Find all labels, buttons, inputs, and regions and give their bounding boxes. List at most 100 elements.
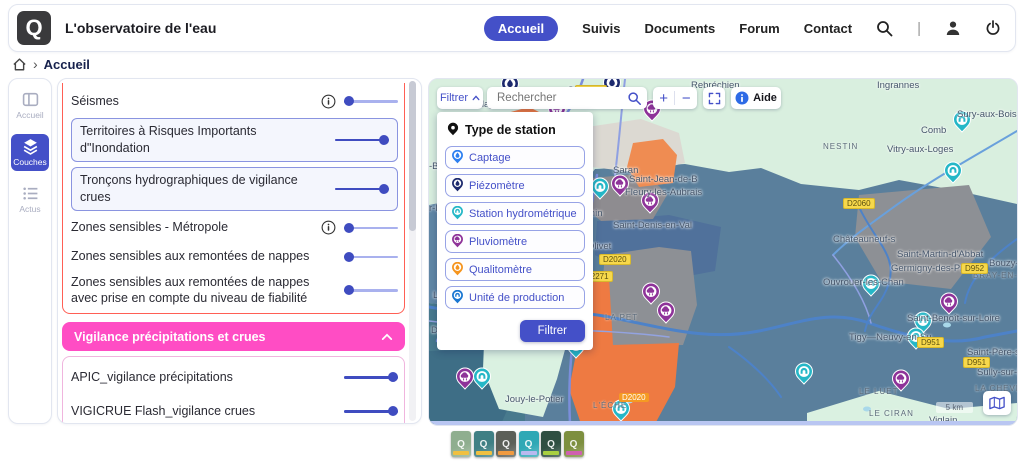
search-icon[interactable] <box>876 20 893 37</box>
basemap-thumb-5[interactable]: Q <box>541 431 561 457</box>
station-type-label: Captage <box>469 152 511 164</box>
station-pin-icon <box>451 234 464 249</box>
station-type-qualitome-tre[interactable]: Qualitomètre <box>445 258 585 281</box>
info-icon[interactable] <box>321 94 336 109</box>
user-icon[interactable] <box>945 20 961 36</box>
layer-row-se-ismes[interactable]: Séismes <box>71 89 398 113</box>
map-search-box <box>487 87 647 109</box>
basemap-thumb-1[interactable]: Q <box>451 431 471 457</box>
map-bottom-scrollbar[interactable] <box>429 421 1017 425</box>
nav-item-contact[interactable]: Contact <box>804 21 852 36</box>
layer-label: Tronçons hydrographiques de vigilance cr… <box>80 172 327 206</box>
opacity-slider[interactable] <box>344 284 398 296</box>
layer-row-zones-sensibles-aux-remonte-es[interactable]: Zones sensibles aux remontées de nappes <box>71 245 398 269</box>
nav-item-suivis[interactable]: Suivis <box>582 21 620 36</box>
sidebar-item-label: Accueil <box>16 110 43 120</box>
station-type-pie-zome-tre[interactable]: Piézomètre <box>445 174 585 197</box>
nav-item-forum[interactable]: Forum <box>739 21 779 36</box>
layer-group-vigilance: APIC_vigilance précipitations VIGICRUE Fl… <box>62 356 405 424</box>
home-icon[interactable] <box>12 57 27 72</box>
station-type-label: Pluviomètre <box>469 236 527 248</box>
map-pin-icon <box>447 122 459 137</box>
station-pin-icon <box>451 178 464 193</box>
fullscreen-icon <box>708 92 721 105</box>
map-scale: 5 km <box>936 402 973 413</box>
layers-panel: Séismes Territoires à Risques Importants … <box>57 78 422 424</box>
q-logo: Q <box>570 439 578 450</box>
layer-row-zones-sensibles-me-tropole[interactable]: Zones sensibles - Métropole <box>71 216 398 240</box>
station-type-station-hydrome-trique[interactable]: Station hydrométrique <box>445 202 585 225</box>
nav-item-documents[interactable]: Documents <box>644 21 715 36</box>
fullscreen-button[interactable] <box>703 87 725 109</box>
basemap-thumb-4[interactable]: Q <box>519 431 539 457</box>
layer-row-vigicrue-flash-vigilance-crues[interactable]: VIGICRUE Flash_vigilance crues <box>71 397 398 424</box>
opacity-slider[interactable] <box>344 222 398 234</box>
station-type-pluviome-tre[interactable]: Pluviomètre <box>445 230 585 253</box>
opacity-slider[interactable] <box>335 134 389 146</box>
station-type-label: Unité de production <box>469 292 564 304</box>
basemap-thumb-6[interactable]: Q <box>564 431 584 457</box>
opacity-slider[interactable] <box>344 251 398 263</box>
opacity-slider[interactable] <box>344 371 398 383</box>
sidebar-item-label: Actus <box>19 204 40 214</box>
basemap-thumb-3[interactable]: Q <box>496 431 516 457</box>
layer-label: Territoires à Risques Importants d"Inond… <box>80 123 327 157</box>
map-search-input[interactable] <box>495 91 627 105</box>
main-nav: AccueilSuivisDocumentsForumContact | <box>484 16 1015 41</box>
station-pin-icon <box>451 206 464 221</box>
opacity-slider[interactable] <box>335 183 389 195</box>
map-canvas[interactable]: GidyBoulay-les-BarresRebréchienIngrannes… <box>428 78 1018 426</box>
q-logo: Q <box>480 439 488 450</box>
layer-row-tronc-ons-hydrographiques-de-v[interactable]: Tronçons hydrographiques de vigilance cr… <box>71 167 398 211</box>
app-logo-icon[interactable]: Q <box>17 11 51 45</box>
app-header: Q L'observatoire de l'eau Accueil Suivis D… <box>8 4 1016 52</box>
filter-toggle-label: Filtrer <box>440 92 468 104</box>
sidebar-item-couches[interactable]: Couches <box>11 134 49 171</box>
layer-row-zones-sensibles-aux-remonte-es[interactable]: Zones sensibles aux remontées de nappes … <box>71 274 398 308</box>
app-title: L'observatoire de l'eau <box>65 20 216 36</box>
station-filter-panel: Type de station CaptagePiézomètreStation… <box>437 112 593 350</box>
layer-label: Zones sensibles aux remontées de nappes … <box>71 274 336 308</box>
zoom-in-button[interactable]: + <box>653 90 674 107</box>
layer-group-risques: Séismes Territoires à Risques Importants … <box>62 83 405 314</box>
station-type-unite-de-production[interactable]: Unité de production <box>445 286 585 309</box>
q-logo: Q <box>525 439 533 450</box>
chevron-up-icon <box>381 333 393 341</box>
q-logo: Q <box>502 439 510 450</box>
station-type-label: Station hydrométrique <box>469 208 577 220</box>
info-icon[interactable] <box>321 220 336 235</box>
layers-scrollbar[interactable] <box>409 81 416 421</box>
power-icon[interactable] <box>985 20 1001 36</box>
layer-row-territoires-a-risques-importan[interactable]: Territoires à Risques Importants d"Inond… <box>71 118 398 162</box>
help-button[interactable]: Aide <box>731 87 781 109</box>
sidebar-item-actus[interactable]: Actus <box>11 181 49 218</box>
chevron-up-icon <box>472 95 480 101</box>
basemap-thumbnails: QQQQQQ <box>451 431 584 457</box>
layer-row-apic-vigilance-pre-cipitations[interactable]: APIC_vigilance précipitations <box>71 363 398 391</box>
layers-icon <box>22 138 39 155</box>
filter-submit-button[interactable]: Filtrer <box>520 320 585 342</box>
map-icon <box>989 396 1005 410</box>
basemap-thumb-2[interactable]: Q <box>474 431 494 457</box>
filter-toggle-button[interactable]: Filtrer <box>437 87 483 109</box>
station-pin-icon <box>451 290 464 305</box>
nav-item-accueil[interactable]: Accueil <box>484 16 558 41</box>
q-logo: Q <box>457 439 465 450</box>
sidebar-item-label: Couches <box>13 157 47 167</box>
mini-sidebar: Accueil Couches Actus <box>8 78 52 424</box>
station-type-label: Piézomètre <box>469 180 525 192</box>
station-type-captage[interactable]: Captage <box>445 146 585 169</box>
layer-label: APIC_vigilance précipitations <box>71 369 336 386</box>
layer-section-vigilance[interactable]: Vigilance précipitations et crues <box>62 322 405 351</box>
legend-map-button[interactable] <box>983 391 1011 415</box>
search-icon[interactable] <box>627 91 642 106</box>
breadcrumb: › Accueil <box>12 56 90 72</box>
opacity-slider[interactable] <box>344 405 398 417</box>
breadcrumb-current[interactable]: Accueil <box>44 57 90 72</box>
sidebar-item-accueil[interactable]: Accueil <box>11 87 49 124</box>
help-label: Aide <box>753 92 777 104</box>
zoom-out-button[interactable]: − <box>676 90 697 107</box>
layer-label: VIGICRUE Flash_vigilance crues <box>71 403 336 420</box>
opacity-slider[interactable] <box>344 95 398 107</box>
page: Q L'observatoire de l'eau Accueil Suivis D… <box>0 0 1024 461</box>
